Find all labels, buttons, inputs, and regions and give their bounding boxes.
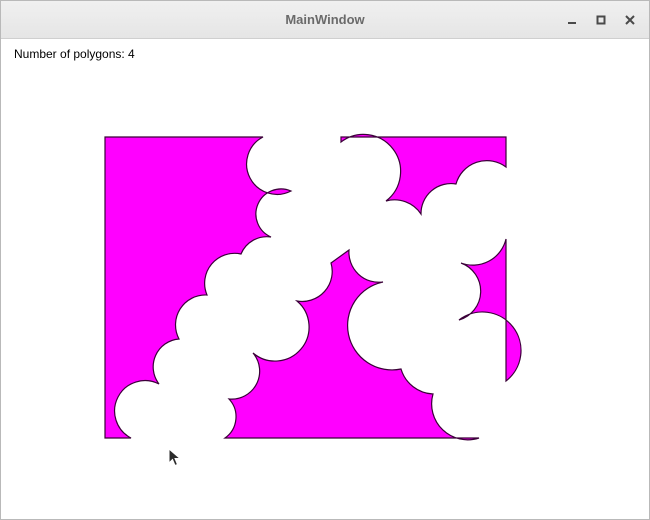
minimize-button[interactable] (562, 10, 582, 30)
window-title: MainWindow (285, 12, 365, 27)
mouse-cursor-icon (168, 448, 182, 467)
maximize-icon (596, 15, 606, 25)
polygon-bottom-center (223, 248, 480, 441)
polygon-right (458, 238, 522, 383)
central-widget[interactable]: Number of polygons: 4 (1, 39, 649, 519)
title-bar[interactable]: MainWindow (1, 1, 649, 39)
polygon-top-right (340, 133, 507, 217)
minimize-icon (568, 22, 576, 24)
close-icon (625, 15, 635, 25)
polygon-canvas[interactable] (1, 39, 649, 519)
main-window: MainWindow Number of polygons: 4 (0, 0, 650, 520)
maximize-button[interactable] (591, 10, 611, 30)
polygon-count-label: Number of polygons: 4 (14, 47, 135, 61)
close-button[interactable] (620, 10, 640, 30)
